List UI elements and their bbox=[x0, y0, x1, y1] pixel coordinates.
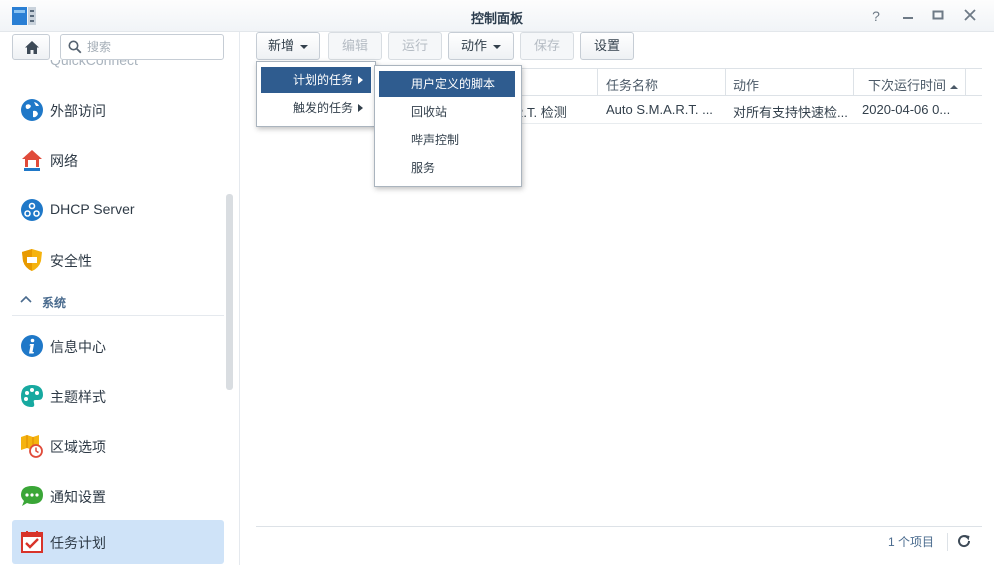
menu-item-service[interactable]: 服务 bbox=[379, 155, 515, 181]
sidebar-item-label: 区域选项 bbox=[50, 439, 106, 455]
sidebar-item-security[interactable]: 安全性 bbox=[12, 238, 224, 282]
new-dropdown-menu: 计划的任务 触发的任务 bbox=[256, 61, 376, 127]
dhcp-icon bbox=[21, 199, 43, 221]
column-separator bbox=[853, 69, 854, 95]
search-icon bbox=[68, 40, 82, 54]
scheduled-task-submenu: 用户定义的脚本 回收站 哔声控制 服务 bbox=[374, 65, 522, 187]
menu-item-user-defined-script[interactable]: 用户定义的脚本 bbox=[379, 71, 515, 97]
footer-separator bbox=[947, 533, 948, 551]
sidebar-item-task-scheduler[interactable]: 任务计划 bbox=[12, 520, 224, 564]
menu-item-label: 触发的任务 bbox=[293, 101, 354, 115]
minimize-icon[interactable] bbox=[898, 6, 918, 26]
chat-icon bbox=[21, 486, 43, 506]
info-icon bbox=[21, 335, 43, 357]
sidebar-scrollbar[interactable] bbox=[226, 194, 233, 390]
run-button[interactable]: 运行 bbox=[388, 32, 442, 60]
new-button-label: 新增 bbox=[267, 38, 294, 53]
grid-footer: 1 个项目 bbox=[256, 526, 982, 556]
refresh-icon[interactable] bbox=[956, 533, 972, 549]
calendar-check-icon bbox=[21, 531, 43, 553]
search-input[interactable] bbox=[87, 39, 219, 55]
save-button[interactable]: 保存 bbox=[520, 32, 574, 60]
sidebar-item-quickconnect-label: QuickConnect bbox=[50, 60, 138, 68]
item-count: 1 个项目 bbox=[887, 535, 934, 549]
sidebar-item-label: 网络 bbox=[50, 153, 78, 169]
menu-item-triggered-task[interactable]: 触发的任务 bbox=[261, 95, 371, 121]
maximize-icon[interactable] bbox=[928, 6, 948, 26]
sidebar: QuickConnect 外部访问 网络 DHCP Server bbox=[0, 32, 240, 565]
action-button[interactable]: 动作 bbox=[448, 32, 514, 60]
sidebar-item-label: 主题样式 bbox=[50, 389, 106, 405]
sidebar-item-regional-options[interactable]: 区域选项 bbox=[12, 424, 224, 468]
sidebar-item-info-center[interactable]: 信息中心 bbox=[12, 324, 224, 368]
column-header-action[interactable]: 动作 bbox=[733, 75, 759, 94]
search-box[interactable] bbox=[60, 34, 224, 60]
help-icon[interactable]: ? bbox=[866, 6, 886, 26]
home-button[interactable] bbox=[12, 34, 50, 60]
sidebar-item-label: 通知设置 bbox=[50, 489, 106, 505]
sidebar-item-notification[interactable]: 通知设置 bbox=[12, 474, 224, 518]
menu-item-beep-control[interactable]: 哔声控制 bbox=[379, 127, 515, 153]
column-header-next-run[interactable]: 下次运行时间 bbox=[868, 75, 959, 94]
section-header-system[interactable]: 系统 bbox=[12, 288, 224, 316]
column-header-task-name[interactable]: 任务名称 bbox=[606, 75, 658, 94]
new-button[interactable]: 新增 bbox=[256, 32, 320, 60]
edit-button[interactable]: 编辑 bbox=[328, 32, 382, 60]
sidebar-item-external-access[interactable]: 外部访问 bbox=[12, 88, 224, 132]
menu-item-scheduled-task[interactable]: 计划的任务 bbox=[261, 67, 371, 93]
sort-ascending-icon bbox=[950, 84, 959, 89]
shield-icon bbox=[22, 249, 42, 271]
scrolled-item-clip: QuickConnect bbox=[0, 60, 239, 70]
chevron-right-icon bbox=[358, 76, 363, 84]
chevron-down-icon bbox=[300, 44, 308, 49]
cell-next-run: 2020-04-06 0... bbox=[862, 102, 951, 117]
cell-action: 对所有支持快速检... bbox=[733, 105, 848, 120]
sidebar-item-network[interactable]: 网络 bbox=[12, 138, 224, 182]
column-separator bbox=[725, 69, 726, 95]
close-icon[interactable] bbox=[960, 6, 980, 26]
menu-item-recycle-bin[interactable]: 回收站 bbox=[379, 99, 515, 125]
sidebar-item-label: 任务计划 bbox=[50, 535, 106, 551]
chevron-down-icon bbox=[493, 44, 501, 49]
sidebar-item-dhcp-server[interactable]: DHCP Server bbox=[12, 188, 224, 232]
network-home-icon bbox=[22, 150, 42, 171]
title-bar: 控制面板 ? bbox=[0, 0, 994, 32]
menu-item-label: 计划的任务 bbox=[293, 73, 354, 87]
palette-icon bbox=[21, 385, 43, 407]
sidebar-item-label: 外部访问 bbox=[50, 103, 106, 119]
column-separator bbox=[597, 69, 598, 95]
cell-task-name: Auto S.M.A.R.T. ... bbox=[606, 102, 713, 117]
settings-button[interactable]: 设置 bbox=[580, 32, 634, 60]
chevron-up-icon bbox=[20, 293, 32, 307]
section-label: 系统 bbox=[42, 296, 67, 310]
home-icon bbox=[25, 41, 39, 54]
sidebar-item-label: DHCP Server bbox=[50, 201, 135, 217]
sidebar-item-label: 信息中心 bbox=[50, 339, 106, 355]
column-header-label: 下次运行时间 bbox=[868, 78, 947, 93]
chevron-right-icon bbox=[358, 104, 363, 112]
sidebar-item-theme[interactable]: 主题样式 bbox=[12, 374, 224, 418]
sidebar-item-label: 安全性 bbox=[50, 253, 92, 269]
column-separator bbox=[965, 69, 966, 95]
window-title: 控制面板 bbox=[470, 11, 523, 26]
globe-icon bbox=[21, 99, 43, 121]
region-icon bbox=[21, 435, 43, 458]
action-button-label: 动作 bbox=[460, 38, 487, 53]
